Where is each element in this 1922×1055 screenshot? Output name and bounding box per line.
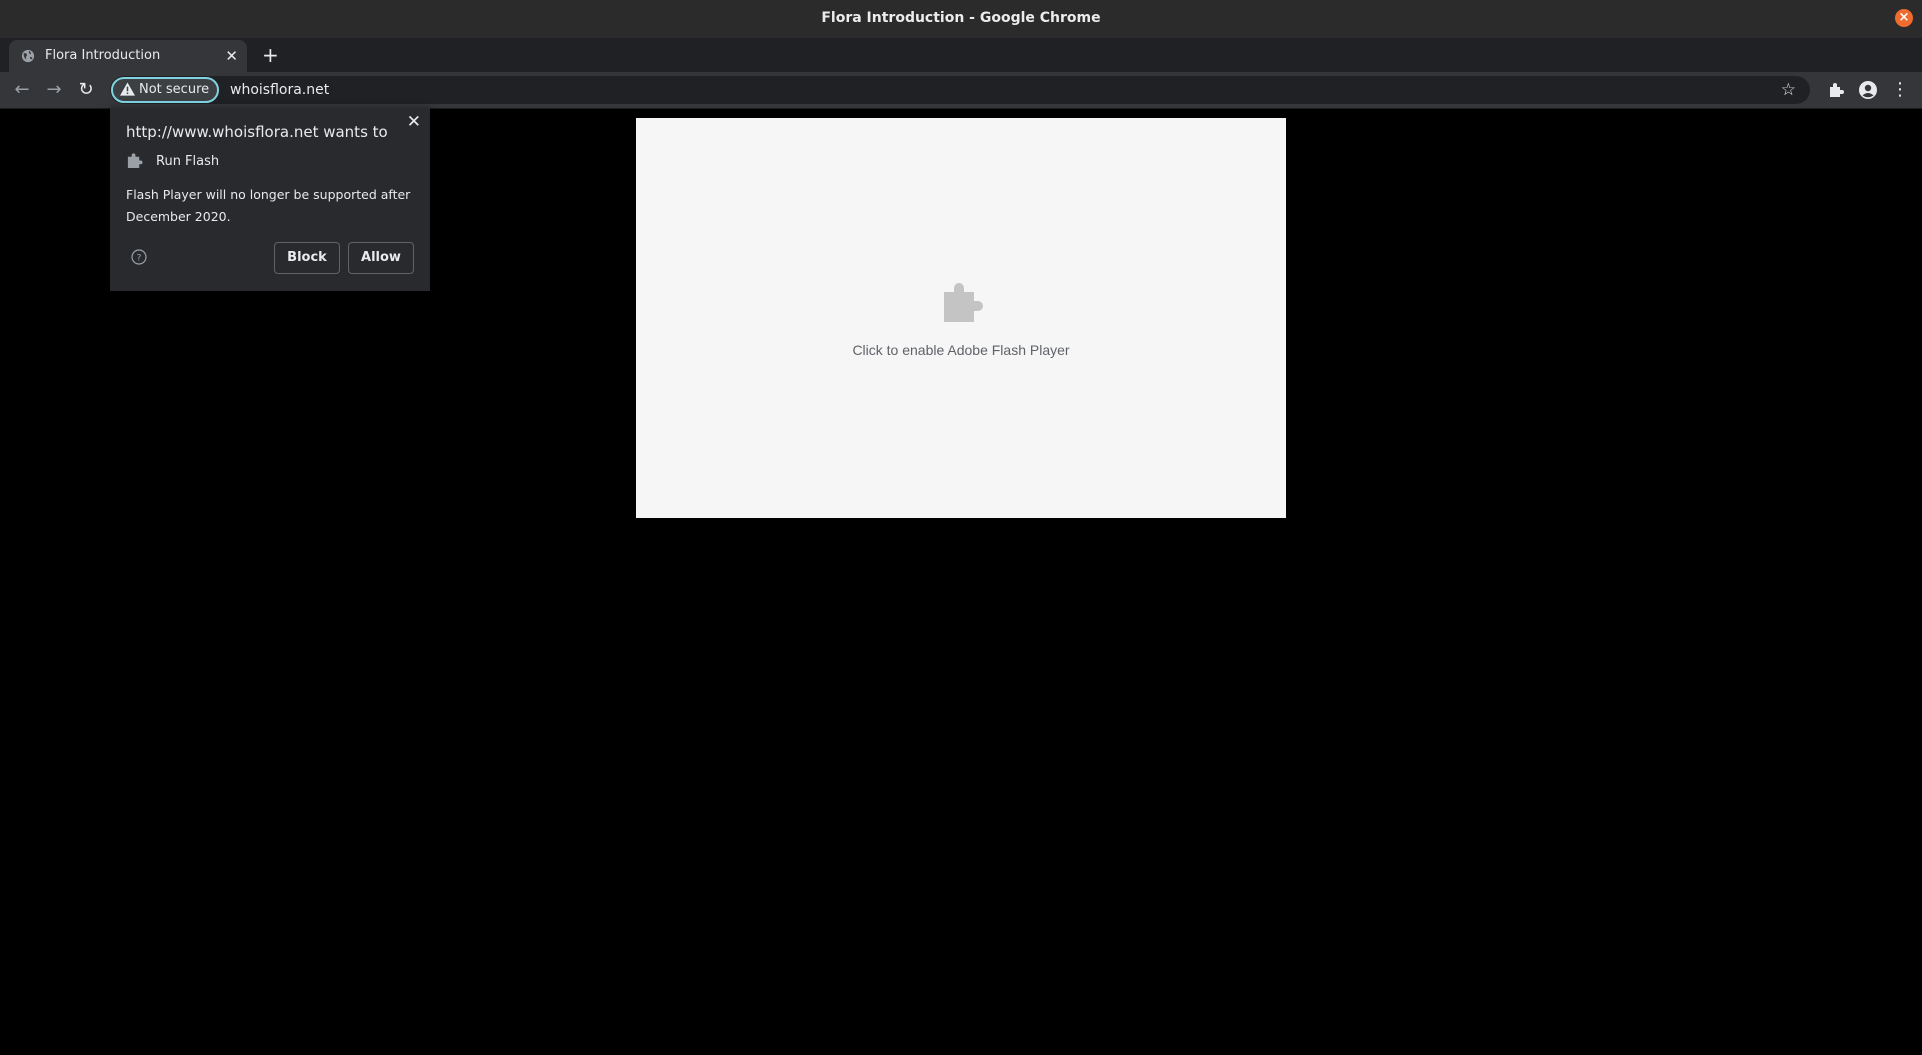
- svg-text:?: ?: [137, 254, 142, 264]
- tab-flora-introduction[interactable]: Flora Introduction ✕: [9, 40, 247, 72]
- warning-icon: [120, 82, 135, 96]
- window-title: Flora Introduction - Google Chrome: [821, 10, 1101, 26]
- dialog-description: Flash Player will no longer be supported…: [126, 187, 411, 224]
- tab-close-icon[interactable]: ✕: [225, 47, 238, 65]
- security-chip[interactable]: Not secure: [111, 77, 220, 103]
- plugin-enable-text: Click to enable Adobe Flash Player: [852, 342, 1070, 358]
- block-button[interactable]: Block: [274, 242, 340, 274]
- help-icon[interactable]: ?: [131, 249, 147, 265]
- url-text[interactable]: whoisflora.net: [230, 82, 329, 98]
- puzzle-piece-icon: [127, 153, 143, 169]
- reload-button[interactable]: ↻: [76, 80, 96, 100]
- profile-avatar-icon[interactable]: [1858, 80, 1878, 100]
- bookmark-star-icon[interactable]: ☆: [1781, 80, 1796, 100]
- flash-plugin-placeholder[interactable]: Click to enable Adobe Flash Player: [636, 118, 1286, 518]
- browser-toolbar: ← → ↻ Not secure whoisflora.net ☆ ⋮: [0, 72, 1922, 109]
- globe-icon: [21, 49, 35, 63]
- window-titlebar: Flora Introduction - Google Chrome ×: [0, 0, 1922, 39]
- allow-button[interactable]: Allow: [348, 242, 414, 274]
- dialog-origin-text: http://www.whoisflora.net wants to: [126, 123, 388, 141]
- address-bar[interactable]: Not secure whoisflora.net ☆: [110, 76, 1810, 104]
- window-close-button[interactable]: ×: [1895, 9, 1913, 27]
- dialog-close-icon[interactable]: ✕: [407, 112, 421, 132]
- puzzle-piece-icon: [944, 283, 983, 322]
- dialog-permission-label: Run Flash: [156, 154, 220, 169]
- menu-kebab-icon[interactable]: ⋮: [1890, 80, 1910, 100]
- forward-button[interactable]: →: [44, 80, 64, 100]
- new-tab-button[interactable]: +: [262, 43, 279, 67]
- tab-strip: Flora Introduction ✕ +: [0, 38, 1922, 72]
- flash-permission-dialog: ✕ http://www.whoisflora.net wants to Run…: [110, 108, 430, 291]
- security-chip-label: Not secure: [139, 82, 210, 97]
- extensions-icon[interactable]: [1826, 80, 1846, 100]
- back-button[interactable]: ←: [12, 80, 32, 100]
- tab-title: Flora Introduction: [45, 48, 161, 63]
